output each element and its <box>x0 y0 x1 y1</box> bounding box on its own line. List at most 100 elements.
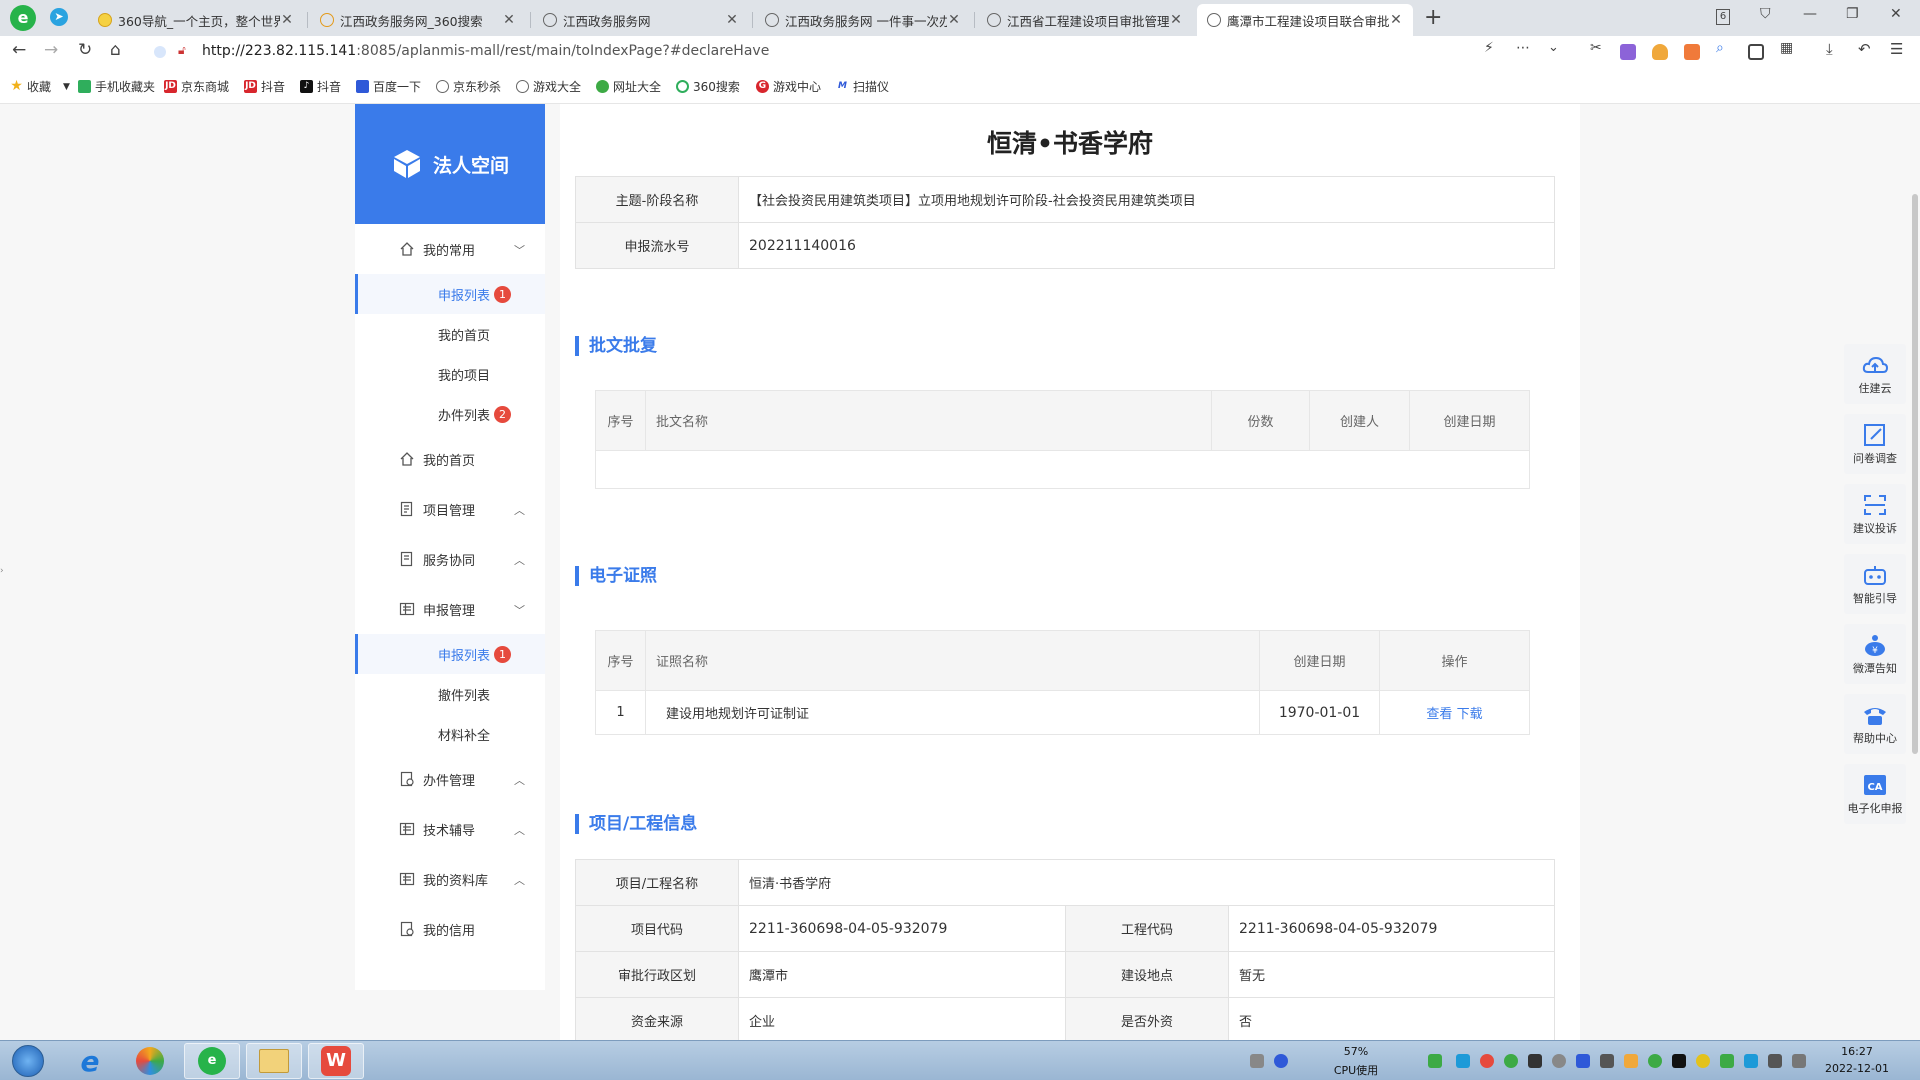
tab-close-icon[interactable]: ✕ <box>1169 12 1183 28</box>
bookmark-favorites[interactable]: ★ 收藏 ▼ <box>10 78 70 95</box>
tab-close-icon[interactable]: ✕ <box>280 12 294 28</box>
translate-icon[interactable] <box>1620 44 1636 60</box>
scissors-icon[interactable]: ✂ <box>1590 40 1602 56</box>
url-text[interactable]: http://223.82.115.141:8085/aplanmis-mall… <box>202 43 769 59</box>
keyboard-icon[interactable] <box>1250 1054 1264 1068</box>
tab-close-icon[interactable]: ✕ <box>725 12 739 28</box>
bookmark-games[interactable]: 游戏大全 <box>516 78 581 95</box>
start-button[interactable] <box>0 1043 56 1079</box>
tab-close-icon[interactable]: ✕ <box>947 12 961 28</box>
tab-jiangxi-engineering[interactable]: 江西省工程建设项目审批管理 ✕ <box>977 4 1193 36</box>
menu-group-my-library[interactable]: 我的资料库 ︿ <box>355 854 545 904</box>
menu-group-case-mgmt[interactable]: 办件管理 ︿ <box>355 754 545 804</box>
bookmark-jd[interactable]: JD 京东商城 <box>164 78 229 95</box>
page-scrollbar[interactable] <box>1912 194 1918 754</box>
taskbar-360-browser[interactable]: e <box>184 1043 240 1079</box>
tray-app-icon[interactable] <box>1480 1054 1494 1068</box>
bookmark-mobile[interactable]: 手机收藏夹 <box>78 78 155 95</box>
battery-icon[interactable] <box>1428 1054 1442 1068</box>
sidebar-item-withdraw-list[interactable]: 撤件列表 <box>355 674 545 714</box>
close-window-icon[interactable]: ✕ <box>1890 6 1902 22</box>
apps-grid-icon[interactable]: ▦ <box>1780 40 1793 56</box>
tray-app-icon[interactable] <box>1456 1054 1470 1068</box>
tray-app-icon[interactable] <box>1672 1054 1686 1068</box>
forward-icon[interactable]: → <box>44 40 58 60</box>
volume-icon[interactable] <box>1792 1054 1806 1068</box>
reload-icon[interactable]: ↻ <box>78 40 92 60</box>
search-icon[interactable]: ⌕ <box>1716 40 1724 56</box>
wechat-icon[interactable] <box>1504 1054 1518 1068</box>
insecure-lock-icon[interactable]: 🔓︎ <box>178 43 186 58</box>
taskbar-explorer[interactable] <box>246 1043 302 1079</box>
restore-icon[interactable]: ❐ <box>1846 6 1859 22</box>
tray-app-icon[interactable] <box>1552 1054 1566 1068</box>
bookmark-douyin[interactable]: ♪ 抖音 <box>300 78 341 95</box>
clock-time[interactable]: 16:27 <box>1822 1045 1892 1058</box>
bookmark-web-directory[interactable]: 网址大全 <box>596 78 661 95</box>
menu-group-common[interactable]: 我的常用 ﹀ <box>355 224 545 274</box>
tab-360-nav[interactable]: 360导航_一个主页，整个世界 ✕ <box>88 4 304 36</box>
float-complaint[interactable]: 建议投诉 <box>1844 484 1906 544</box>
tab-close-icon[interactable]: ✕ <box>502 12 516 28</box>
menu-group-my-home[interactable]: 我的首页 <box>355 434 545 484</box>
bookmark-360-search[interactable]: 360搜索 <box>676 78 740 95</box>
view-link[interactable]: 查看 <box>1426 707 1452 722</box>
download-link[interactable]: 下载 <box>1457 707 1483 722</box>
tray-app-icon[interactable] <box>1576 1054 1590 1068</box>
tab-360-search[interactable]: 江西政务服务网_360搜索 ✕ <box>310 4 526 36</box>
more-icon[interactable]: ⋯ <box>1516 40 1530 56</box>
tab-count-badge[interactable]: 6 <box>1716 9 1730 25</box>
sidebar-item-case-list[interactable]: 办件列表 2 <box>355 394 545 434</box>
tab-jiangxi-gov[interactable]: 江西政务服务网 ✕ <box>533 4 749 36</box>
undo-icon[interactable]: ↶ <box>1858 40 1871 58</box>
float-survey[interactable]: 问卷调查 <box>1844 414 1906 474</box>
menu-group-my-credit[interactable]: 我的信用 <box>355 904 545 954</box>
taskbar-360-safe[interactable] <box>122 1043 178 1079</box>
clock-date[interactable]: 2022-12-01 <box>1822 1062 1892 1075</box>
sidebar-item-my-home[interactable]: 我的首页 <box>355 314 545 354</box>
sidebar-item-material-supplement[interactable]: 材料补全 <box>355 714 545 754</box>
lightning-icon[interactable]: ⚡ <box>1484 40 1494 56</box>
taskbar-ie[interactable]: e <box>62 1043 118 1079</box>
bookmark-baidu[interactable]: 百度一下 <box>356 78 421 95</box>
float-cloud[interactable]: 住建云 <box>1844 344 1906 404</box>
taskbar-wps[interactable]: W <box>308 1043 364 1079</box>
tab-one-thing[interactable]: 江西政务服务网 一件事一次办 ✕ <box>755 4 971 36</box>
menu-group-tech-support[interactable]: 技术辅导 ︿ <box>355 804 545 854</box>
tray-app-icon[interactable] <box>1528 1054 1542 1068</box>
sidebar-item-my-projects[interactable]: 我的项目 <box>355 354 545 394</box>
download-icon[interactable]: ⤓ <box>1826 40 1833 58</box>
minimize-icon[interactable]: — <box>1803 6 1817 22</box>
menu-group-project-mgmt[interactable]: 项目管理 ︿ <box>355 484 545 534</box>
flag-icon[interactable] <box>1768 1054 1782 1068</box>
tray-app-icon[interactable] <box>1696 1054 1710 1068</box>
bookmark-scanner[interactable]: M 扫描仪 <box>836 78 889 95</box>
collapse-arrow-icon[interactable]: › <box>0 566 4 576</box>
menu-icon[interactable]: ☰ <box>1890 40 1903 58</box>
browser-logo-icon[interactable]: e <box>10 5 36 31</box>
home-icon[interactable]: ⌂ <box>110 40 121 60</box>
float-help-center[interactable]: 帮助中心 <box>1844 694 1906 754</box>
sidebar-item-declare-list-2[interactable]: 申报列表 1 <box>355 634 545 674</box>
float-notice[interactable]: ¥ 微潭告知 <box>1844 624 1906 684</box>
menu-group-declare-mgmt[interactable]: 申报管理 ﹀ <box>355 584 545 634</box>
dropdown-chevron-icon[interactable]: ⌄ <box>1548 40 1559 55</box>
bookmark-game-center[interactable]: G 游戏中心 <box>756 78 821 95</box>
sidebar-item-declare-list[interactable]: 申报列表 1 <box>355 274 545 314</box>
tray-app-icon[interactable] <box>1600 1054 1614 1068</box>
tray-app-icon[interactable] <box>1720 1054 1734 1068</box>
back-icon[interactable]: ← <box>12 40 26 60</box>
float-smart-guide[interactable]: 智能引导 <box>1844 554 1906 614</box>
game-icon[interactable] <box>1684 44 1700 60</box>
tray-app-icon[interactable] <box>1648 1054 1662 1068</box>
menu-group-collaboration[interactable]: 服务协同 ︿ <box>355 534 545 584</box>
tab-close-icon[interactable]: ✕ <box>1389 12 1403 28</box>
bookmark-douyin-jd[interactable]: JD 抖音 <box>244 78 285 95</box>
new-tab-icon[interactable]: + <box>1424 5 1442 30</box>
telegram-icon[interactable]: ➤ <box>50 8 68 26</box>
bookmark-jd-seckill[interactable]: 京东秒杀 <box>436 78 501 95</box>
shield-badge-icon[interactable] <box>1652 44 1668 60</box>
window-icon[interactable] <box>1748 44 1764 60</box>
tab-yingtan-approval[interactable]: 鹰潭市工程建设项目联合审批 ✕ <box>1197 4 1413 36</box>
network-icon[interactable] <box>1744 1054 1758 1068</box>
